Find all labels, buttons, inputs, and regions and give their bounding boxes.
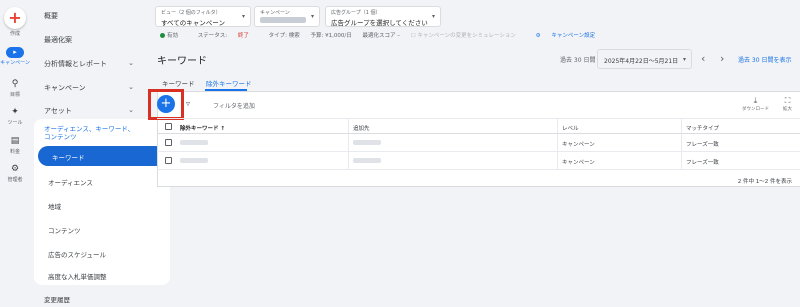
tab-negative-keywords[interactable]: 除外キーワード: [206, 78, 252, 88]
budget-info: 予算: ¥1,000/日: [310, 33, 352, 39]
nav-recommendations[interactable]: 最適化案: [44, 35, 72, 45]
annotation-highlight-box: [148, 89, 184, 120]
campaign-settings-link[interactable]: ⚙ キャンペーン設定: [536, 33, 604, 39]
nav-change-history[interactable]: 変更履歴: [44, 294, 70, 304]
date-period-label: 過去 30 日間: [560, 57, 596, 64]
credit-card-icon: ▤: [10, 136, 20, 146]
dropdown-arrow-icon: ▾: [682, 56, 686, 63]
expand-icon: ⛶: [784, 96, 791, 105]
column-added-to[interactable]: 追加先: [353, 124, 370, 132]
table-row[interactable]: キャンペーン フレーズ一致: [157, 134, 800, 152]
page-title: キーワード: [157, 56, 207, 67]
wrench-icon: ✦: [11, 107, 19, 117]
plus-icon: +: [4, 7, 26, 29]
tab-keywords[interactable]: キーワード: [162, 78, 195, 88]
compare-period-link[interactable]: 過去 30 日間を表示: [738, 55, 791, 64]
rail-create[interactable]: + 作成: [0, 7, 30, 37]
previous-period-icon[interactable]: ‹: [701, 52, 705, 65]
nav-assets[interactable]: アセット ⌄: [44, 106, 134, 116]
nav-sub-content[interactable]: コンテンツ: [48, 225, 81, 235]
rail-admin[interactable]: ⚙ 管理者: [0, 164, 30, 183]
type-info: タイプ: 検索: [268, 33, 300, 39]
download-button[interactable]: ⤓ ダウンロード: [742, 96, 769, 112]
rail-campaigns[interactable]: ▸ キャンペーン: [0, 47, 30, 66]
date-range-picker[interactable]: 2025年4月22日～5月21日 ▾: [597, 49, 692, 69]
dropdown-arrow-icon: ▾: [431, 13, 435, 20]
keyword-cell: [180, 140, 208, 147]
pagination-info: 2 件中 1～2 件を表示: [737, 179, 792, 185]
chevron-down-icon: ⌄: [128, 59, 134, 67]
column-level[interactable]: レベル: [562, 124, 579, 132]
column-negative-keyword[interactable]: 除外キーワード ↑: [180, 124, 225, 132]
side-nav: 概要 最適化案 分析情報とレポート ⌄ キャンペーン ⌄ アセット ⌄ オーディエンス…: [30, 0, 170, 307]
left-rail: + 作成 ▸ キャンペーン ⚲ 目標 ✦ ツール ▤ 料金 ⚙ 管理者: [0, 0, 30, 307]
expand-button[interactable]: ⛶ 拡大: [783, 96, 792, 112]
match-type-cell: フレーズ一致: [686, 160, 719, 166]
table-header: 除外キーワード ↑ 追加先 レベル マッチタイプ: [157, 118, 800, 134]
simulate-changes: ☐ キャンペーンの変更をシミュレーション: [410, 33, 516, 39]
filter-icon[interactable]: ▿: [186, 99, 190, 108]
chevron-down-icon: ⌄: [128, 83, 134, 91]
nav-sub-locations[interactable]: 地域: [48, 201, 61, 211]
redacted-campaign-name: [260, 17, 306, 23]
table-row[interactable]: キャンペーン フレーズ一致: [157, 152, 800, 170]
gear-icon: ⚙: [535, 33, 541, 39]
adgroup-filter[interactable]: 広告グループ（1 個） 広告グループを選択してください ▾: [325, 6, 441, 27]
trophy-icon: ⚲: [11, 79, 19, 89]
download-icon: ⤓: [753, 96, 758, 105]
chevron-down-icon: ⌄: [128, 106, 134, 114]
nav-audience-section: オーディエンス、キーワード、コンテンツ ⌃ キーワード オーディエンス 地域 コ…: [34, 119, 170, 285]
match-type-cell: フレーズ一致: [686, 142, 719, 148]
status-info: ステータス: 終了: [197, 33, 249, 39]
row-checkbox[interactable]: [165, 157, 172, 164]
nav-sub-ad-schedule[interactable]: 広告のスケジュール: [48, 249, 106, 259]
level-cell: キャンペーン: [562, 142, 595, 148]
green-dot-icon: [160, 33, 165, 38]
rail-billing[interactable]: ▤ 料金: [0, 136, 30, 155]
nav-insights[interactable]: 分析情報とレポート ⌄: [44, 59, 134, 69]
nav-sub-keywords[interactable]: キーワード: [38, 146, 166, 166]
column-match-type[interactable]: マッチタイプ: [686, 124, 719, 132]
view-filter[interactable]: ビュー（2 個のフィルタ） すべてのキャンペーン ▾: [155, 6, 251, 27]
campaign-status-bar: 有効 ステータス: 終了 タイプ: 検索 予算: ¥1,000/日 最適化スコア…: [160, 31, 613, 41]
added-to-cell[interactable]: [353, 158, 381, 165]
megaphone-icon: ▸: [6, 47, 24, 58]
nav-audience-section-title[interactable]: オーディエンス、キーワード、コンテンツ: [44, 125, 139, 141]
optimization-score[interactable]: 最適化スコア –: [362, 33, 400, 39]
nav-sub-audiences[interactable]: オーディエンス: [48, 177, 93, 187]
enabled-status: 有効: [160, 33, 187, 39]
added-to-cell[interactable]: [353, 140, 381, 147]
nav-sub-bid-adjustments[interactable]: 高度な入札単価調整: [48, 271, 107, 281]
keyword-cell: [180, 158, 208, 165]
nav-campaigns[interactable]: キャンペーン ⌄: [44, 83, 134, 93]
gear-icon: ⚙: [10, 164, 20, 174]
nav-overview[interactable]: 概要: [44, 11, 58, 21]
next-period-icon[interactable]: ›: [720, 52, 724, 65]
rail-goals[interactable]: ⚲ 目標: [0, 79, 30, 98]
row-checkbox[interactable]: [165, 139, 172, 146]
level-cell: キャンペーン: [562, 160, 595, 166]
add-filter-input[interactable]: フィルタを追加: [213, 101, 255, 110]
dropdown-arrow-icon: ▾: [241, 13, 245, 20]
select-all-checkbox[interactable]: [165, 123, 172, 130]
sort-arrow-icon: ↑: [220, 126, 226, 132]
campaign-filter[interactable]: キャンペーン ▾: [254, 6, 320, 27]
rail-tools[interactable]: ✦ ツール: [0, 107, 30, 126]
dropdown-arrow-icon: ▾: [310, 13, 314, 20]
